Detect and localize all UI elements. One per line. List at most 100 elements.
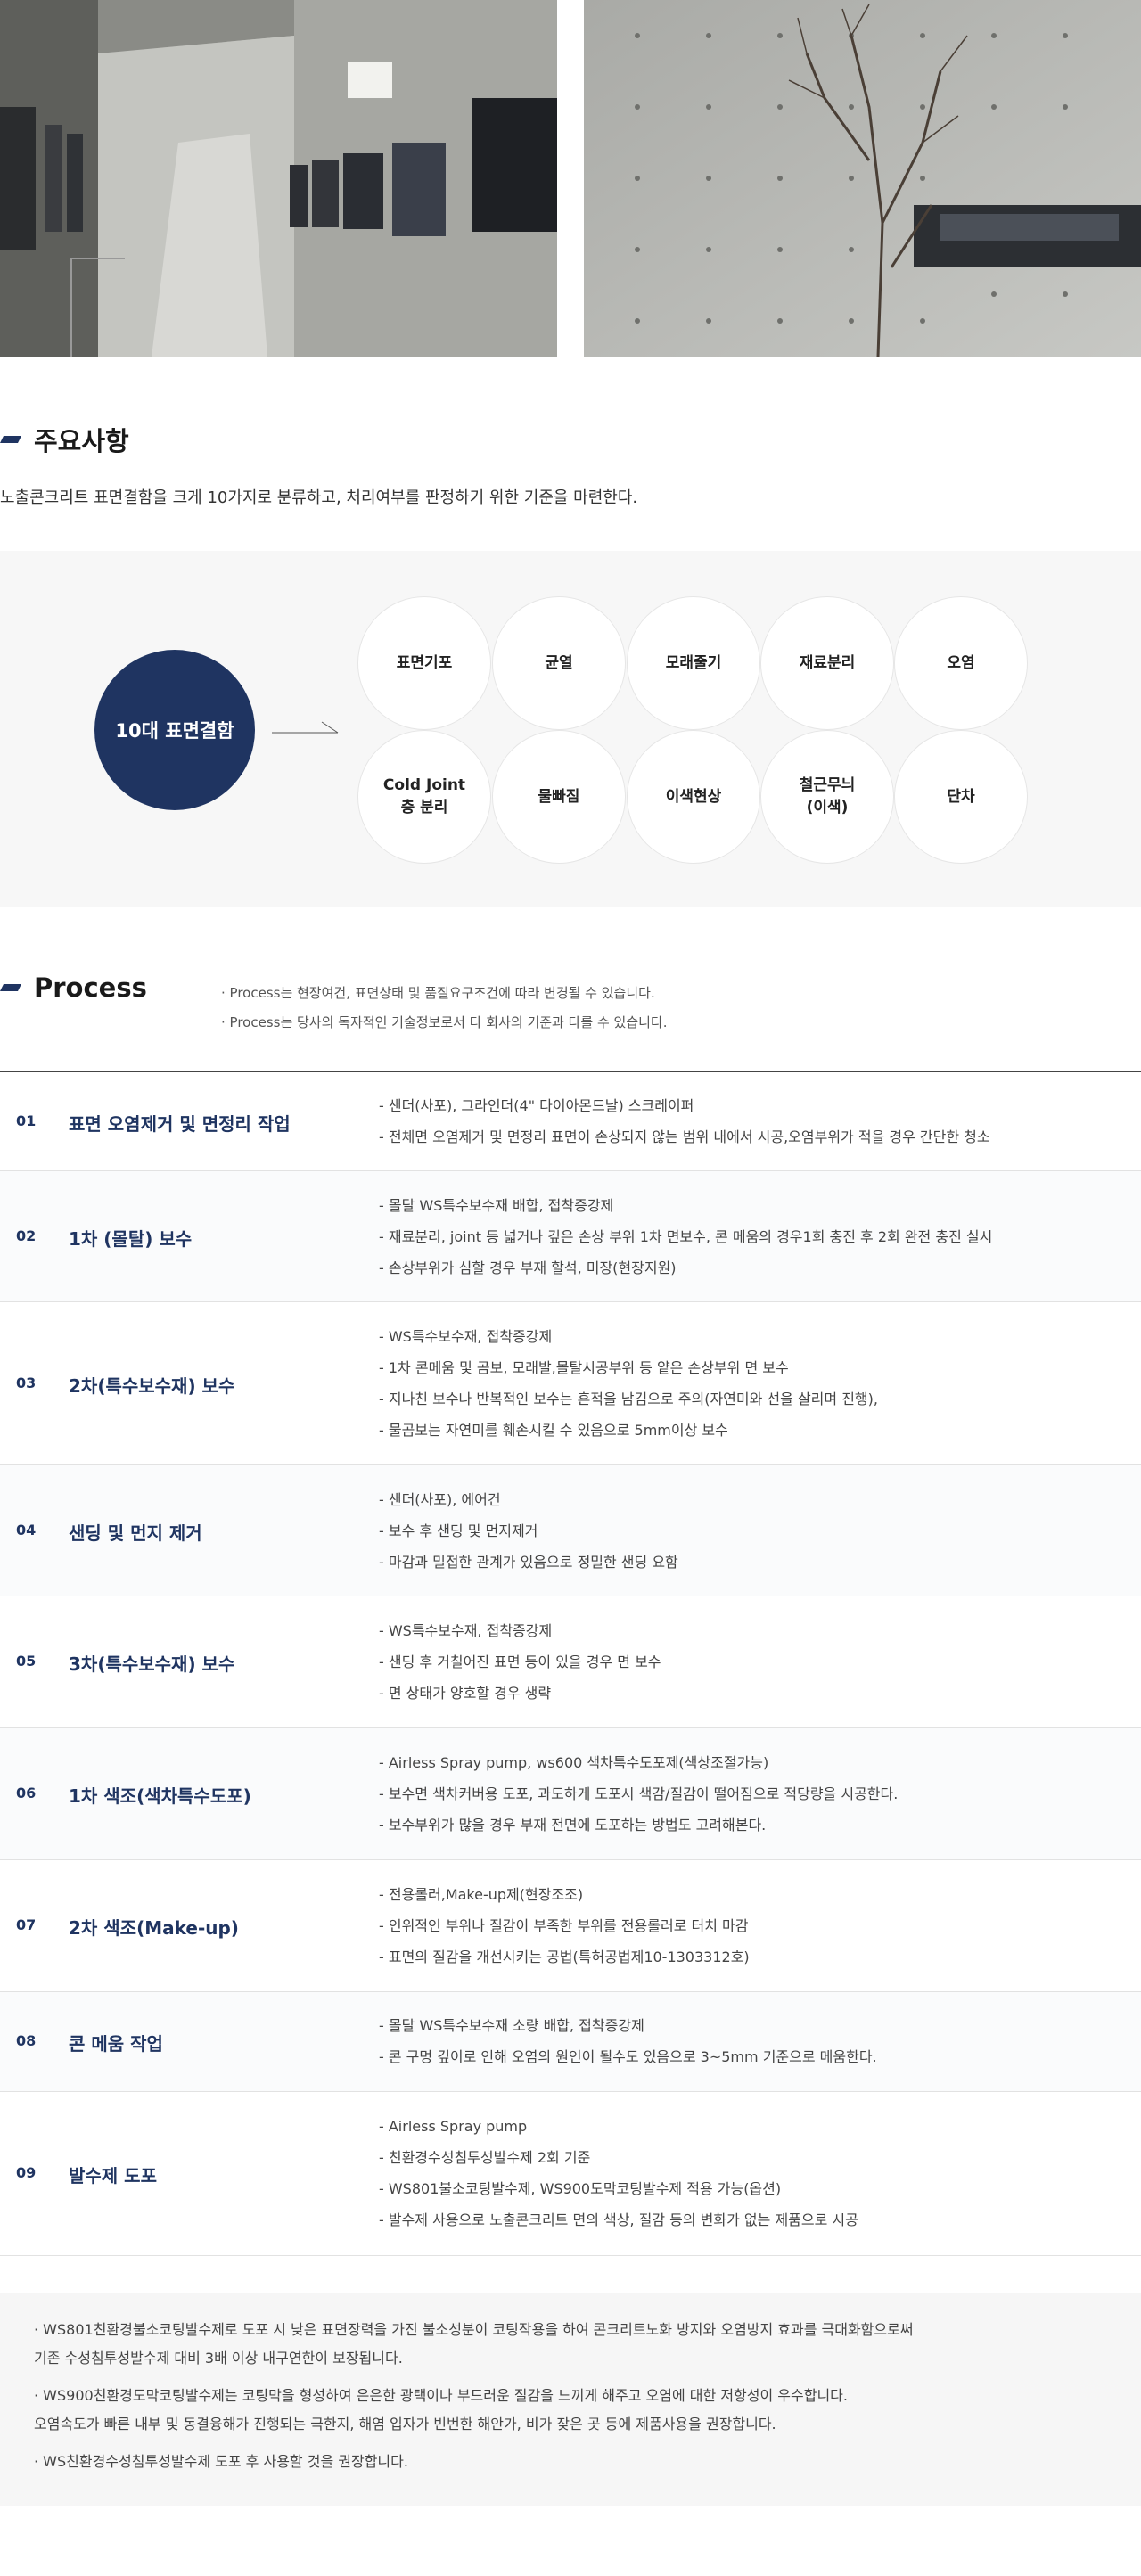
process-table: 01 표면 오염제거 및 면정리 작업 - 샌더(사포), 그라인더(4" 다이… (0, 1071, 1141, 2256)
section-heading-process: Process (0, 972, 147, 1003)
process-desc-line: - 보수면 색차커버용 도포, 과도하게 도포시 색감/질감이 떨어짐으로 적당… (379, 1785, 899, 1802)
process-desc-line: - 손상부위가 심할 경우 부재 할석, 미장(현장지원) (379, 1259, 677, 1276)
process-number: 07 (16, 1916, 37, 1933)
process-desc-line: - 인위적인 부위나 질감이 부족한 부위를 전용롤러로 터치 마감 (379, 1917, 749, 1934)
process-desc-line: - 마감과 밀접한 관계가 있음으로 정밀한 샌딩 요함 (379, 1554, 678, 1571)
process-desc-line: - 콘 구멍 깊이로 인해 오염의 원인이 될수도 있음으로 3~5mm 기준으… (379, 2048, 877, 2065)
defect-item: 단차 (894, 730, 1028, 864)
process-desc-line: - 샌더(사포), 에어건 (379, 1491, 501, 1508)
process-desc-line: - 몰탈 WS특수보수재 배합, 접착증강제 (379, 1197, 614, 1214)
section-title: 주요사항 (34, 426, 129, 456)
section-title: Process (34, 972, 147, 1003)
process-desc-line: - 보수부위가 많을 경우 부재 전면에 도포하는 방법도 고려해본다. (379, 1817, 767, 1834)
bottom-note-line: · WS900친환경도막코팅발수제는 코팅막을 형성하여 은은한 광택이나 부드… (34, 2387, 848, 2404)
bottom-notes-box: · WS801친환경불소코팅발수제로 도포 시 낮은 표면장력을 가진 불소성분… (0, 2293, 1141, 2506)
process-name: 표면 오염제거 및 면정리 작업 (69, 1113, 291, 1135)
process-description: - Airless Spray pump, ws600 색차특수도포제(색상조절… (379, 1747, 898, 1841)
process-desc-line: - 발수제 사용으로 노출콘크리트 면의 색상, 질감 등의 변화가 없는 제품… (379, 2211, 858, 2228)
bottom-note-line: 오염속도가 빠른 내부 및 동결융해가 진행되는 극한지, 해염 입자가 빈번한… (34, 2416, 776, 2432)
defect-item: 표면기포 (357, 596, 491, 730)
process-description: - Airless Spray pump - 친환경수성침투성발수제 2회 기준… (379, 2111, 858, 2236)
arrow-right-icon (272, 721, 339, 734)
process-description: - 몰탈 WS특수보수재 소량 배합, 접착증강제 - 콘 구멍 깊이로 인해 … (379, 2010, 877, 2072)
process-desc-line: - 몰탈 WS특수보수재 소량 배합, 접착증강제 (379, 2017, 644, 2034)
process-desc-line: - 샌딩 후 거칠어진 표면 등이 있을 경우 면 보수 (379, 1653, 661, 1670)
process-description: - WS특수보수재, 접착증강제 - 샌딩 후 거칠어진 표면 등이 있을 경우… (379, 1615, 661, 1709)
process-desc-line: - 표면의 질감을 개선시키는 공법(특허공법제10-1303312호) (379, 1948, 750, 1965)
process-desc-line: - 친환경수성침투성발수제 2회 기준 (379, 2149, 591, 2166)
process-number: 08 (16, 2032, 37, 2049)
process-name: 콘 메움 작업 (69, 2033, 163, 2055)
bottom-note: · WS900친환경도막코팅발수제는 코팅막을 형성하여 은은한 광택이나 부드… (34, 2382, 848, 2439)
process-name: 1차 (몰탈) 보수 (69, 1228, 193, 1250)
title-dash-icon (0, 436, 21, 443)
process-desc-line: - WS801불소코팅발수제, WS900도막코팅발수제 적용 가능(옵션) (379, 2180, 782, 2197)
process-description: - WS특수보수재, 접착증강제 - 1차 콘메움 및 곰보, 모래발,몰탈시공… (379, 1321, 878, 1446)
process-name: 발수제 도포 (69, 2165, 157, 2186)
process-row: 05 3차(특수보수재) 보수 - WS특수보수재, 접착증강제 - 샌딩 후 … (0, 1596, 1141, 1728)
process-row: 01 표면 오염제거 및 면정리 작업 - 샌더(사포), 그라인더(4" 다이… (0, 1072, 1141, 1171)
process-row: 02 1차 (몰탈) 보수 - 몰탈 WS특수보수재 배합, 접착증강제 - 재… (0, 1171, 1141, 1302)
process-desc-line: - 샌더(사포), 그라인더(4" 다이아몬드날) 스크레이퍼 (379, 1097, 694, 1114)
process-description: - 몰탈 WS특수보수재 배합, 접착증강제 - 재료분리, joint 등 넓… (379, 1190, 992, 1284)
process-number: 06 (16, 1784, 37, 1801)
defect-item: 재료분리 (760, 596, 894, 730)
process-description: - 샌더(사포), 에어건 - 보수 후 샌딩 및 먼지제거 - 마감과 밀접한… (379, 1484, 678, 1578)
process-desc-line: - 지나친 보수나 반복적인 보수는 흔적을 남김으로 주의(자연미와 선을 살… (379, 1391, 878, 1407)
process-desc-line: - 물곰보는 자연미를 훼손시킬 수 있음으로 5mm이상 보수 (379, 1422, 728, 1439)
process-desc-line: - 1차 콘메움 및 곰보, 모래발,몰탈시공부위 등 얕은 손상부위 면 보수 (379, 1359, 789, 1376)
process-name: 1차 색조(색차특수도포) (69, 1785, 251, 1807)
process-description: - 전용롤러,Make-up제(현장조조) - 인위적인 부위나 질감이 부족한… (379, 1879, 750, 1973)
bottom-note-line: · WS801친환경불소코팅발수제로 도포 시 낮은 표면장력을 가진 불소성분… (34, 2321, 914, 2338)
page: 주요사항 노출콘크리트 표면결함을 크게 10가지로 분류하고, 처리여부를 판… (0, 0, 1141, 2576)
process-number: 03 (16, 1374, 37, 1391)
process-name: 3차(특수보수재) 보수 (69, 1653, 235, 1675)
bottom-note-line: 기존 수성침투성발수제 대비 3배 이상 내구연한이 보장됩니다. (34, 2350, 403, 2367)
process-number: 04 (16, 1522, 37, 1538)
intro-text: 노출콘크리트 표면결함을 크게 10가지로 분류하고, 처리여부를 판정하기 위… (0, 488, 638, 507)
process-note: · Process는 현장여건, 표면상태 및 품질요구조건에 따라 변경될 수… (221, 985, 655, 1001)
process-description: - 샌더(사포), 그라인더(4" 다이아몬드날) 스크레이퍼 - 전체면 오염… (379, 1090, 990, 1153)
process-name: 2차(특수보수재) 보수 (69, 1375, 235, 1397)
defect-item: Cold Joint 층 분리 (357, 730, 491, 864)
defect-item: 오염 (894, 596, 1028, 730)
process-row: 06 1차 색조(색차특수도포) - Airless Spray pump, w… (0, 1728, 1141, 1860)
process-row: 07 2차 색조(Make-up) - 전용롤러,Make-up제(현장조조) … (0, 1860, 1141, 1992)
process-name: 2차 색조(Make-up) (69, 1917, 239, 1939)
defects-panel: 10대 표면결함 표면기포 균열 모래줄기 재료분리 오염 Cold Joint… (0, 551, 1141, 907)
defects-center-circle: 10대 표면결함 (94, 650, 255, 810)
process-desc-line: - Airless Spray pump, ws600 색차특수도포제(색상조절… (379, 1754, 769, 1771)
process-row: 08 콘 메움 작업 - 몰탈 WS특수보수재 소량 배합, 접착증강제 - 콘… (0, 1992, 1141, 2092)
process-desc-line: - 재료분리, joint 등 넓거나 깊은 손상 부위 1차 면보수, 콘 메… (379, 1228, 993, 1245)
defect-item: 모래줄기 (627, 596, 760, 730)
process-row: 04 샌딩 및 먼지 제거 - 샌더(사포), 에어건 - 보수 후 샌딩 및 … (0, 1465, 1141, 1596)
process-desc-line: - 보수 후 샌딩 및 먼지제거 (379, 1522, 538, 1539)
process-desc-line: - WS특수보수재, 접착증강제 (379, 1328, 553, 1345)
bottom-note-line: · WS친환경수성침투성발수제 도포 후 사용할 것을 권장합니다. (34, 2453, 408, 2470)
hero-photos (0, 0, 1141, 357)
gallery-corridor-photo (0, 0, 557, 357)
process-row: 03 2차(특수보수재) 보수 - WS특수보수재, 접착증강제 - 1차 콘메… (0, 1302, 1141, 1465)
process-number: 01 (16, 1112, 37, 1129)
process-number: 02 (16, 1227, 37, 1244)
process-desc-line: - Airless Spray pump (379, 2118, 528, 2135)
defect-item: 물빠짐 (492, 730, 626, 864)
defect-item: 균열 (492, 596, 626, 730)
title-dash-icon (0, 984, 21, 991)
defect-item: 이색현상 (627, 730, 760, 864)
process-desc-line: - 전용롤러,Make-up제(현장조조) (379, 1886, 584, 1903)
section-heading-main-points: 주요사항 (0, 421, 129, 458)
bottom-note: · WS801친환경불소코팅발수제로 도포 시 낮은 표면장력을 가진 불소성분… (34, 2316, 914, 2373)
process-notes: · Process는 현장여건, 표면상태 및 품질요구조건에 따라 변경될 수… (221, 979, 668, 1038)
bottom-note: · WS친환경수성침투성발수제 도포 후 사용할 것을 권장합니다. (34, 2448, 408, 2476)
process-desc-line: - 면 상태가 양호할 경우 생략 (379, 1685, 552, 1702)
defect-item: 철근무늬 (이색) (760, 730, 894, 864)
process-number: 09 (16, 2164, 37, 2181)
process-row: 09 발수제 도포 - Airless Spray pump - 친환경수성침투… (0, 2092, 1141, 2256)
process-note: · Process는 당사의 독자적인 기술정보로서 타 회사의 기준과 다를 … (221, 1014, 668, 1030)
process-number: 05 (16, 1653, 37, 1669)
process-desc-line: - 전체면 오염제거 및 면정리 표면이 손상되지 않는 범위 내에서 시공,오… (379, 1128, 990, 1145)
process-name: 샌딩 및 먼지 제거 (69, 1522, 202, 1544)
concrete-wall-tree-photo (584, 0, 1141, 357)
process-desc-line: - WS특수보수재, 접착증강제 (379, 1622, 553, 1639)
